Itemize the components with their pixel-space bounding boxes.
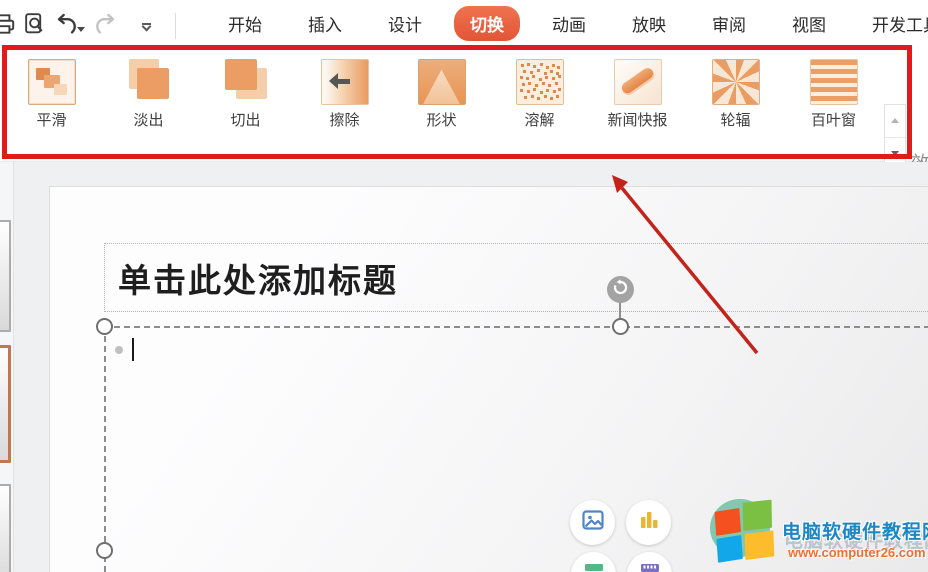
watermark-site-name: 电脑软硬件教程网 bbox=[782, 517, 928, 544]
insert-media-icon bbox=[638, 560, 662, 572]
insert-chart-icon bbox=[637, 508, 661, 537]
transition-item-wipe[interactable]: 擦除 bbox=[296, 53, 393, 157]
watermark-url: www.computer26.com bbox=[788, 545, 926, 560]
cut-transition-icon bbox=[222, 59, 270, 105]
wheel-transition-icon bbox=[712, 59, 760, 105]
blinds-transition-icon bbox=[810, 59, 858, 105]
transition-label: 平滑 bbox=[3, 109, 100, 130]
bullet-point bbox=[115, 346, 123, 354]
insert-chart-button[interactable] bbox=[626, 500, 671, 545]
transition-label: 溶解 bbox=[491, 109, 588, 130]
tab-slideshow[interactable]: 放映 bbox=[618, 6, 680, 41]
tab-view[interactable]: 视图 bbox=[778, 6, 840, 41]
slide-thumbnail-1[interactable] bbox=[0, 220, 11, 332]
editing-canvas: 单击此处添加标题 bbox=[0, 162, 928, 572]
slide-thumbnail-2-selected[interactable] bbox=[0, 345, 11, 463]
transition-label: 擦除 bbox=[296, 109, 393, 130]
rotate-icon bbox=[612, 279, 629, 301]
transition-item-smooth[interactable]: 平滑 bbox=[3, 53, 100, 157]
wipe-transition-icon bbox=[321, 59, 369, 105]
content-placeholder-top-border bbox=[104, 326, 928, 328]
newsflash-transition-icon bbox=[614, 59, 662, 105]
undo-dropdown-icon[interactable] bbox=[77, 27, 85, 32]
tab-transitions[interactable]: 切换 bbox=[454, 6, 520, 41]
transition-item-newsflash[interactable]: 新闻快报 bbox=[589, 53, 686, 157]
gallery-scroll-up-button[interactable] bbox=[885, 105, 905, 138]
transition-gallery: 平滑 淡出 切出 擦除 形状 bbox=[0, 47, 928, 162]
slide-thumbnail-panel bbox=[0, 162, 14, 572]
title-placeholder[interactable]: 单击此处添加标题 bbox=[104, 243, 928, 312]
transition-label: 形状 bbox=[393, 109, 490, 130]
toolbar-separator bbox=[175, 13, 176, 39]
transition-label: 轮辐 bbox=[687, 109, 784, 130]
resize-handle-top-left[interactable] bbox=[96, 318, 113, 335]
menu-bar: 开始 插入 设计 切换 动画 放映 审阅 视图 开发工具 会 bbox=[0, 0, 928, 47]
transition-label: 淡出 bbox=[100, 109, 197, 130]
title-placeholder-text: 单击此处添加标题 bbox=[105, 254, 398, 302]
scroll-up-icon bbox=[891, 118, 899, 123]
tab-review[interactable]: 审阅 bbox=[698, 6, 760, 41]
quick-access-toolbar bbox=[0, 8, 176, 44]
transition-item-dissolve[interactable]: 溶解 bbox=[491, 53, 588, 157]
tab-animations[interactable]: 动画 bbox=[538, 6, 600, 41]
slide-thumbnail-3[interactable] bbox=[0, 484, 11, 572]
insert-table-icon bbox=[582, 560, 606, 572]
redo-icon bbox=[93, 10, 120, 42]
tab-developer[interactable]: 开发工具 bbox=[858, 6, 928, 41]
transition-item-shape[interactable]: 形状 bbox=[393, 53, 490, 157]
resize-handle-left-middle[interactable] bbox=[96, 542, 113, 559]
tab-insert[interactable]: 插入 bbox=[294, 6, 356, 41]
redo-button[interactable] bbox=[91, 11, 121, 41]
print-icon bbox=[0, 11, 17, 42]
print-preview-button[interactable] bbox=[19, 11, 49, 41]
undo-button[interactable] bbox=[53, 11, 83, 41]
fade-transition-icon bbox=[125, 59, 173, 105]
transition-label: 百叶窗 bbox=[785, 109, 882, 130]
transition-label: 新闻快报 bbox=[589, 109, 686, 130]
rotate-handle[interactable] bbox=[607, 276, 634, 303]
site-watermark: 电脑软硬件教程网 电脑软硬件教程网 www.computer26.com bbox=[700, 495, 928, 572]
insert-picture-button[interactable] bbox=[570, 500, 615, 545]
shape-transition-icon bbox=[418, 59, 466, 105]
customize-toolbar-button[interactable] bbox=[131, 11, 161, 41]
content-placeholder-left-border bbox=[104, 326, 106, 572]
dissolve-transition-icon bbox=[516, 59, 564, 105]
presentation-app-window: 开始 插入 设计 切换 动画 放映 审阅 视图 开发工具 会 平滑 淡出 bbox=[0, 0, 928, 572]
ribbon-tab-bar: 开始 插入 设计 切换 动画 放映 审阅 视图 开发工具 会 bbox=[205, 0, 928, 47]
tab-design[interactable]: 设计 bbox=[374, 6, 436, 41]
transition-label: 切出 bbox=[197, 109, 294, 130]
smooth-transition-icon bbox=[28, 59, 76, 105]
print-button[interactable] bbox=[0, 11, 19, 41]
undo-icon bbox=[52, 10, 79, 42]
transition-item-blinds[interactable]: 百叶窗 bbox=[785, 53, 882, 157]
customize-toolbar-icon bbox=[142, 23, 151, 30]
transition-item-wheel[interactable]: 轮辐 bbox=[687, 53, 784, 157]
scroll-down-icon bbox=[891, 151, 899, 156]
resize-handle-top-center[interactable] bbox=[612, 318, 629, 335]
text-cursor bbox=[132, 338, 134, 361]
transition-item-fade[interactable]: 淡出 bbox=[100, 53, 197, 157]
transition-item-cut[interactable]: 切出 bbox=[197, 53, 294, 157]
windows-logo-icon bbox=[714, 498, 780, 566]
insert-picture-icon bbox=[581, 508, 605, 537]
tab-home[interactable]: 开始 bbox=[214, 6, 276, 41]
print-preview-icon bbox=[22, 11, 47, 41]
